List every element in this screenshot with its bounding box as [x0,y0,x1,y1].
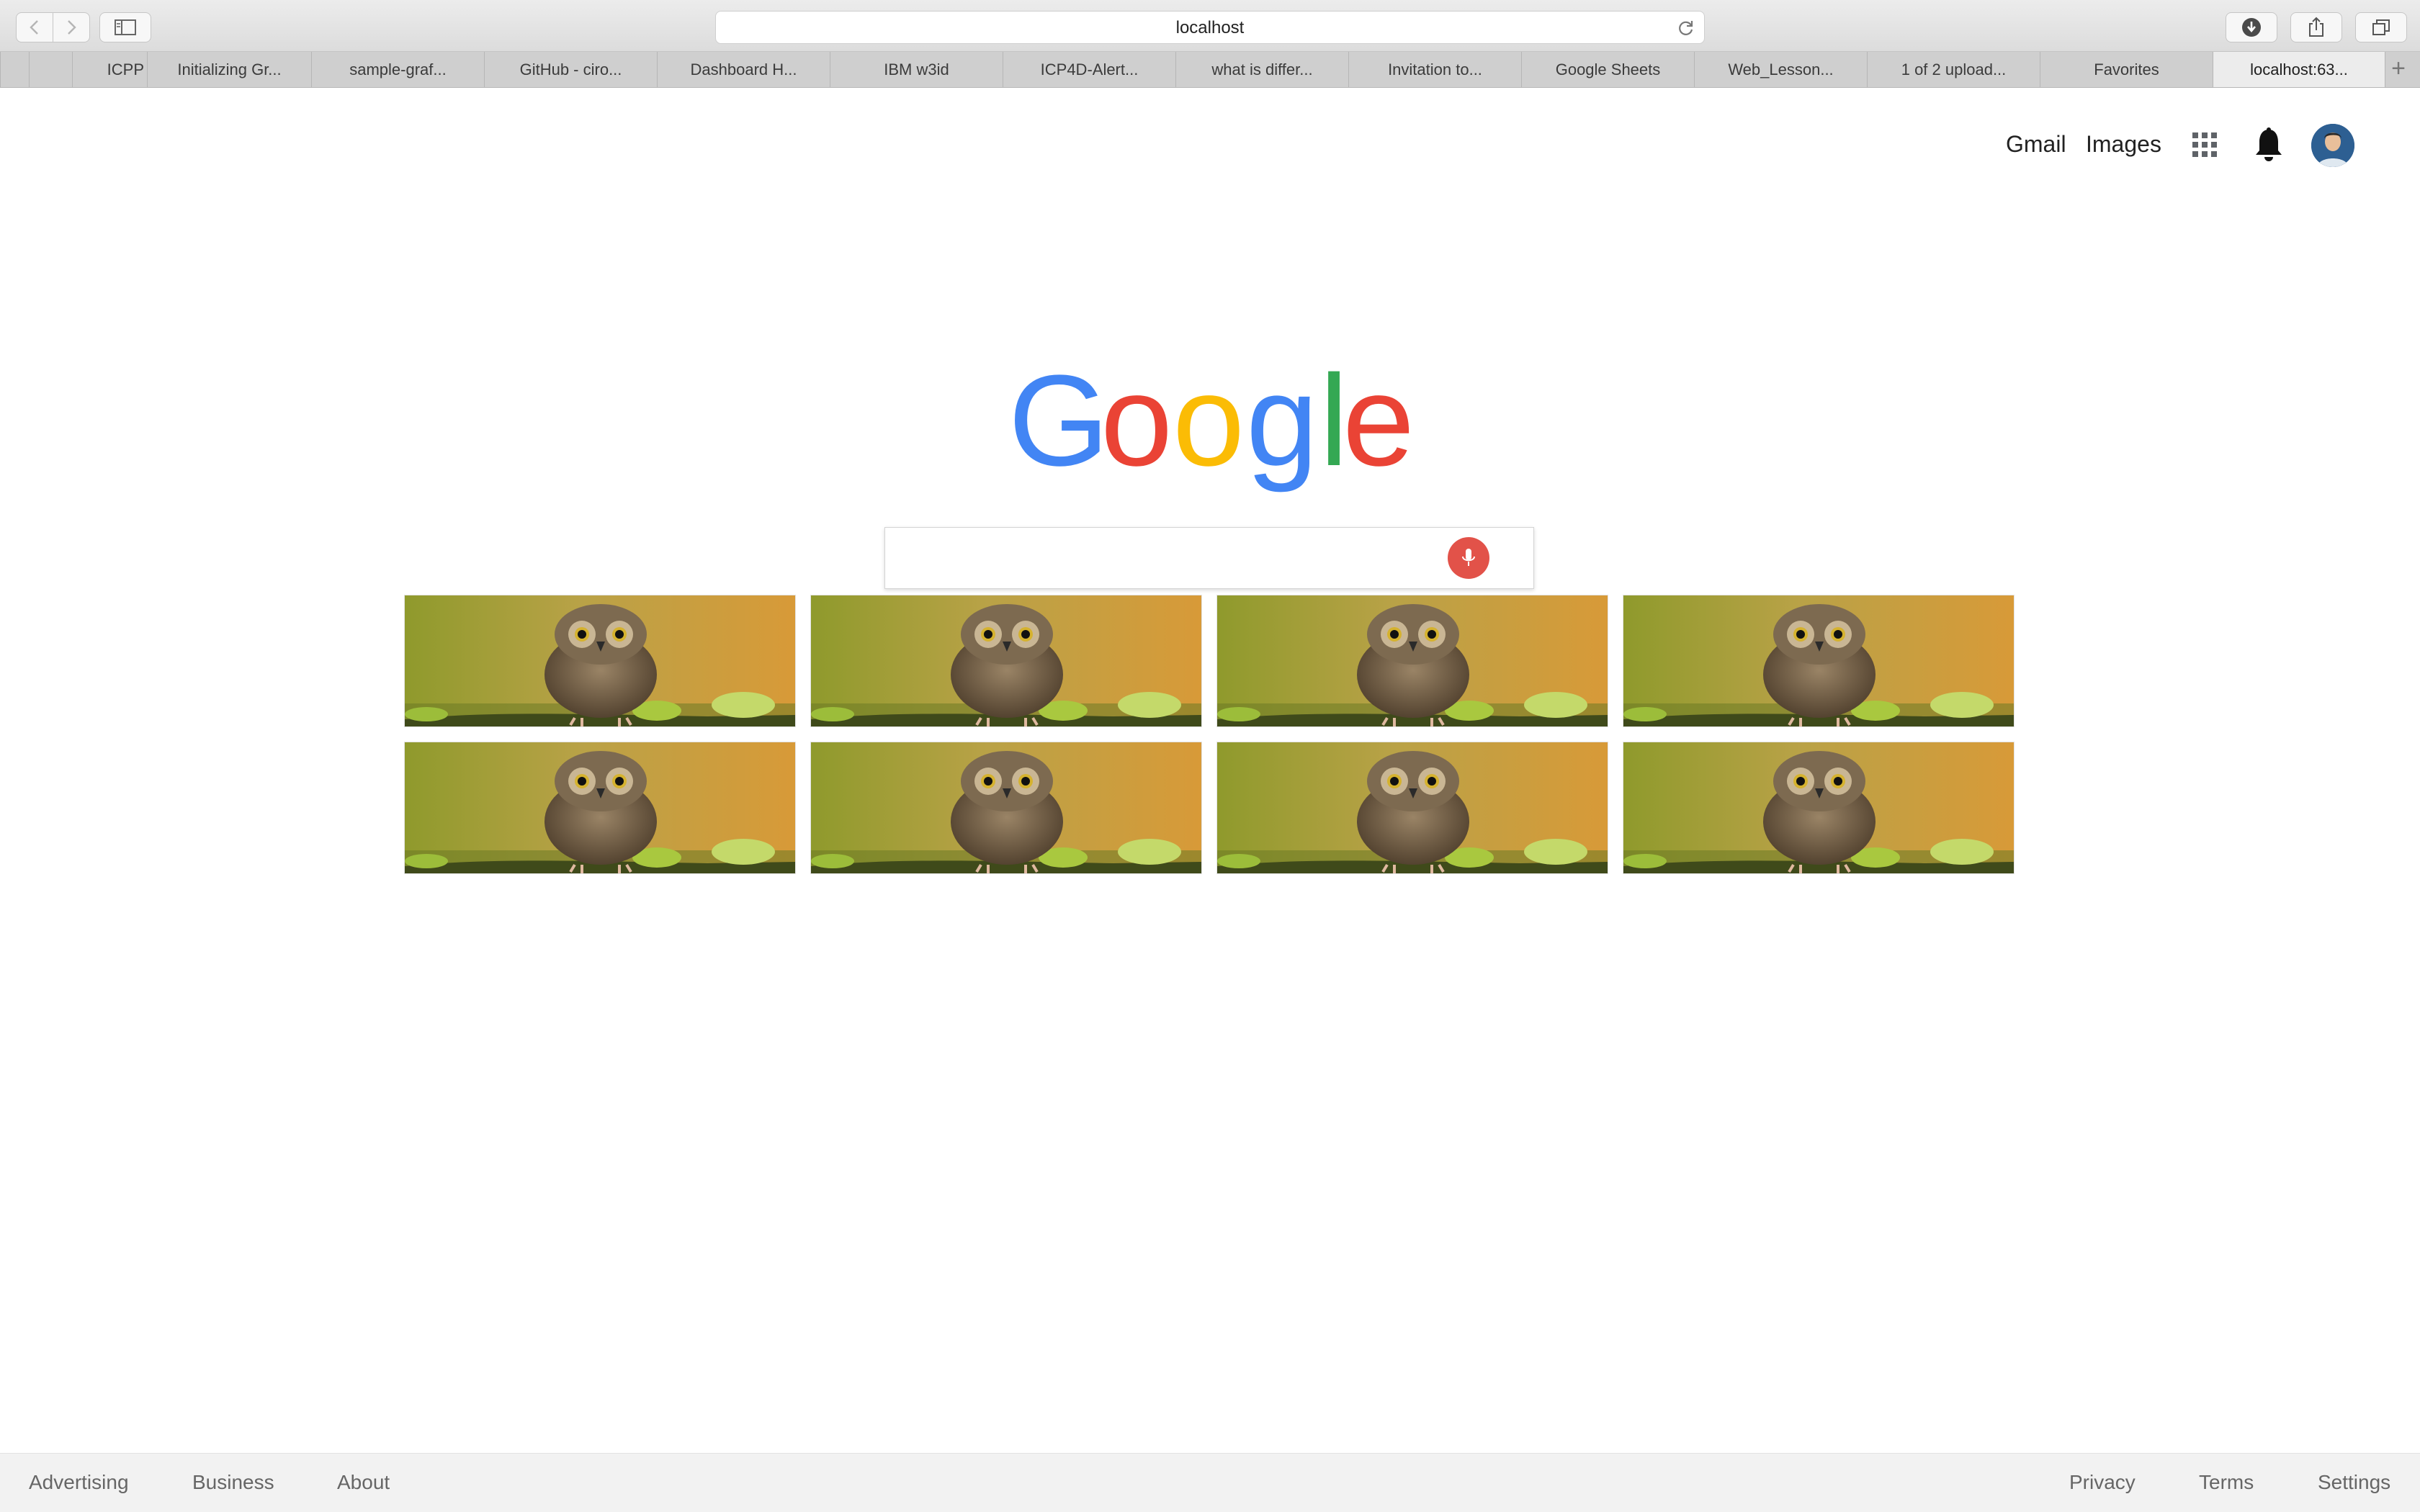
tab[interactable]: IBM w3id [830,52,1003,87]
search-input[interactable] [900,528,1447,588]
images-link[interactable]: Images [2086,130,2161,158]
footer-privacy-link[interactable]: Privacy [2069,1454,2136,1511]
tab[interactable]: 1 of 2 upload... [1867,52,2040,87]
tab-label: localhost:63... [2250,60,2348,78]
tab-label: 1 of 2 upload... [1901,60,2007,78]
avatar[interactable] [2311,124,2354,167]
tab[interactable]: Favorites [2040,52,2213,87]
tab-label: Invitation to... [1388,60,1482,78]
tab-active[interactable]: localhost:63... [2213,52,2385,87]
tab-label: sample-graf... [349,60,447,78]
tab[interactable]: ICPP [72,52,147,87]
footer-about-link[interactable]: About [337,1454,390,1511]
tab-label: Dashboard H... [690,60,797,78]
logo-letter-e: e [1343,348,1412,493]
owl-photo-icon [405,742,796,874]
chevron-left-icon [30,20,38,35]
browser-toolbar: localhost [0,0,2420,52]
owl-image[interactable] [1216,742,1608,874]
forward-button[interactable] [53,12,90,42]
tab-bar: ICPP Initializing Gr... sample-graf... G… [0,52,2420,88]
tab[interactable]: sample-graf... [311,52,484,87]
download-icon [2242,18,2261,37]
sidebar-toggle-button[interactable] [99,12,151,42]
tabs-overview-icon [2372,19,2390,35]
tab-label: Google Sheets [1555,60,1661,78]
tab-label: Initializing Gr... [177,60,282,78]
footer-advertising-link[interactable]: Advertising [29,1454,129,1511]
owl-photo-icon [405,595,796,727]
owl-photo-icon [1217,595,1608,727]
reload-icon[interactable] [1677,19,1695,37]
logo-letter-g2: g [1246,348,1318,493]
owl-image[interactable] [810,595,1202,727]
owl-image[interactable] [1216,595,1608,727]
owl-photo-icon [811,742,1202,874]
new-tab-button[interactable]: + [2383,52,2414,87]
user-photo-icon [2311,124,2354,167]
logo-letter-g: G [1008,348,1109,493]
tab-label: what is differ... [1211,60,1313,78]
google-logo: G o o g l e [1008,348,1412,493]
tab[interactable]: what is differ... [1175,52,1348,87]
tab[interactable]: Invitation to... [1348,52,1521,87]
tab[interactable] [29,52,72,87]
tab-label: ICP4D-Alert... [1040,60,1139,78]
owl-photo-icon [1623,742,2015,874]
sidebar-icon [115,19,136,35]
logo-letter-o2: o [1173,348,1245,493]
image-gallery [404,595,2016,876]
tab[interactable]: GitHub - ciro... [484,52,657,87]
search-box[interactable] [884,527,1534,589]
footer-business-link[interactable]: Business [192,1454,274,1511]
tab[interactable]: Google Sheets [1521,52,1694,87]
owl-image[interactable] [1623,595,2015,727]
share-button[interactable] [2290,12,2342,42]
owl-photo-icon [1217,742,1608,874]
tab[interactable]: Initializing Gr... [147,52,311,87]
tab-label: IBM w3id [884,60,949,78]
tab-label: GitHub - ciro... [519,60,622,78]
tab[interactable]: Web_Lesson... [1694,52,1867,87]
chevron-right-icon [68,20,76,35]
back-button[interactable] [16,12,53,42]
voice-search-button[interactable] [1448,537,1489,579]
owl-photo-icon [811,595,1202,727]
tab-label: ICPP [107,60,144,78]
notification-bell-icon[interactable] [2254,127,2283,163]
address-text[interactable]: localhost [716,12,1704,45]
tab[interactable]: ICP4D-Alert... [1003,52,1175,87]
tab[interactable] [0,52,29,87]
footer-terms-link[interactable]: Terms [2199,1454,2254,1511]
show-tabs-button[interactable] [2355,12,2407,42]
owl-photo-icon [1623,595,2015,727]
owl-image[interactable] [810,742,1202,874]
logo-letter-o1: o [1101,348,1173,493]
tab[interactable]: Dashboard H... [657,52,830,87]
owl-image[interactable] [404,742,796,874]
footer: Advertising Business About Privacy Terms… [0,1453,2420,1512]
tab-label: Web_Lesson... [1728,60,1834,78]
downloads-button[interactable] [2226,12,2277,42]
owl-image[interactable] [404,595,796,727]
owl-image[interactable] [1623,742,2015,874]
address-bar[interactable]: localhost [715,11,1705,44]
gmail-link[interactable]: Gmail [2006,130,2066,158]
share-icon [2309,17,2323,37]
microphone-icon [1462,549,1475,566]
apps-grid-icon[interactable] [2192,132,2217,157]
tab-label: Favorites [2094,60,2159,78]
footer-settings-link[interactable]: Settings [2318,1454,2390,1511]
